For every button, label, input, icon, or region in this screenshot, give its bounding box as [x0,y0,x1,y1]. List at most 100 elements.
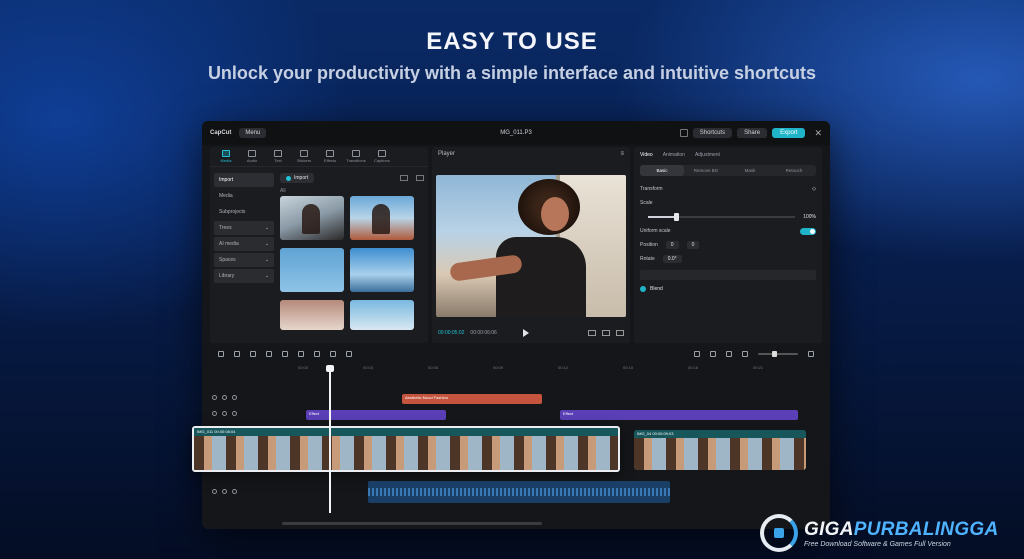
play-icon[interactable] [522,329,529,337]
watermark: GIGAPURBALINGGA Free Download Software &… [760,514,999,552]
transform-label: Transform [640,186,663,192]
delete-icon[interactable] [282,351,288,357]
plus-icon [286,175,291,181]
rotate-input[interactable]: 0.0° [662,255,682,263]
tab-audio[interactable]: Audio [240,150,264,163]
rotate-label: Rotate [640,256,655,262]
menu-button[interactable]: Menu [239,128,267,138]
alignment-toolbar[interactable] [640,270,816,280]
media-thumbnail[interactable] [350,248,414,292]
import-label: Import [294,175,309,181]
tab-media[interactable]: Media [214,150,238,163]
tab-label: Stickers [296,158,312,163]
side-nav-spaces[interactable]: Spaces ⌄ [214,253,274,267]
media-thumbnail[interactable] [350,300,414,330]
zoom-slider[interactable] [758,351,798,357]
tab-animation[interactable]: Animation [663,152,685,158]
media-thumbnail[interactable] [280,248,344,292]
import-button[interactable]: Import [280,173,315,183]
audio-clip[interactable] [368,481,670,503]
select-icon[interactable] [218,351,224,357]
position-y-input[interactable]: 0 [686,241,700,249]
mute-icon[interactable] [232,395,237,400]
share-button[interactable]: Share [737,128,768,138]
side-nav-media[interactable]: Media [214,189,274,203]
playhead[interactable] [326,365,334,513]
freeze-icon[interactable] [314,351,320,357]
timeline-scrollbar[interactable] [282,522,542,525]
eye-icon[interactable] [222,395,227,400]
tab-label: Captions [374,158,390,163]
eye-icon[interactable] [222,411,227,416]
scale-slider[interactable] [648,213,796,221]
side-nav-ai-media[interactable]: AI media ⌄ [214,237,274,251]
more-icon[interactable]: ≡ [620,151,624,157]
segment-remove-bg[interactable]: Remove BG [684,165,728,176]
close-icon[interactable]: ✕ [814,128,822,139]
tab-video[interactable]: Video [640,152,653,158]
mute-icon[interactable] [232,411,237,416]
media-thumbnail[interactable] [280,300,344,330]
sort-icon[interactable] [400,175,408,181]
magnet-icon[interactable] [726,351,732,357]
eye-icon[interactable] [222,489,227,494]
segment-retouch[interactable]: Retouch [772,165,816,176]
main-video-clip[interactable]: IMG_011 00:00:08:04 [192,426,620,472]
ruler-tick: 00:15 [623,365,634,370]
fullscreen-icon[interactable] [616,330,624,336]
fit-icon[interactable] [808,351,814,357]
preview-icon[interactable] [742,351,748,357]
slider-handle[interactable] [674,213,680,221]
segment-basic[interactable]: Basic [640,165,684,176]
video-preview[interactable] [436,175,626,317]
video-clip[interactable]: IMG_04 00:00:09:03 [634,430,806,470]
redo-icon[interactable] [250,351,256,357]
tab-captions[interactable]: Captions [370,150,394,163]
crop-icon[interactable] [346,351,352,357]
crop-icon[interactable] [602,330,610,336]
track-controls [212,395,237,400]
effect-clip[interactable]: Effect [560,410,798,420]
text-clip[interactable]: Aesthetic Mood Fashion [402,394,542,404]
scale-value[interactable]: 100% [803,214,816,220]
side-nav-trees[interactable]: Trees ⌄ [214,221,274,235]
undo-icon[interactable] [234,351,240,357]
mute-icon[interactable] [232,489,237,494]
lock-icon[interactable] [212,489,217,494]
lock-icon[interactable] [212,411,217,416]
media-thumbnail[interactable] [350,196,414,240]
dropdown-label: Spaces [219,257,236,263]
reset-icon[interactable]: ◇ [812,186,816,192]
effects-icon [326,150,334,157]
filter-icon[interactable] [416,175,424,181]
clip-filmstrip [634,438,806,470]
current-time: 00:00:05:02 [438,330,465,336]
tab-text[interactable]: Text [266,150,290,163]
position-x-input[interactable]: 0 [665,241,679,249]
tab-transitions[interactable]: Transitions [344,150,368,163]
mirror-icon[interactable] [330,351,336,357]
side-nav-subprojects[interactable]: Subprojects [214,205,274,219]
blend-checkbox[interactable] [640,286,646,292]
layout-icon[interactable] [679,129,688,137]
side-nav-import[interactable]: Import [214,173,274,187]
tab-stickers[interactable]: Stickers [292,150,316,163]
export-button[interactable]: Export [772,128,806,138]
person-body [496,237,586,317]
shortcuts-button[interactable]: Shortcuts [692,128,733,138]
lock-icon[interactable] [212,395,217,400]
media-thumbnail[interactable] [280,196,344,240]
person-face [541,197,569,231]
side-nav-library[interactable]: Library ⌄ [214,269,274,283]
ratio-icon[interactable] [588,330,596,336]
split-icon[interactable] [266,351,272,357]
tab-effects[interactable]: Effects [318,150,342,163]
tab-adjustment[interactable]: Adjustment [695,152,720,158]
uniform-scale-toggle[interactable] [800,227,816,235]
microphone-icon[interactable] [694,351,700,357]
mark-icon[interactable] [298,351,304,357]
tab-label: Audio [246,158,258,163]
effect-clip[interactable]: Effect [306,410,446,420]
segment-mask[interactable]: Mask [728,165,772,176]
link-icon[interactable] [710,351,716,357]
